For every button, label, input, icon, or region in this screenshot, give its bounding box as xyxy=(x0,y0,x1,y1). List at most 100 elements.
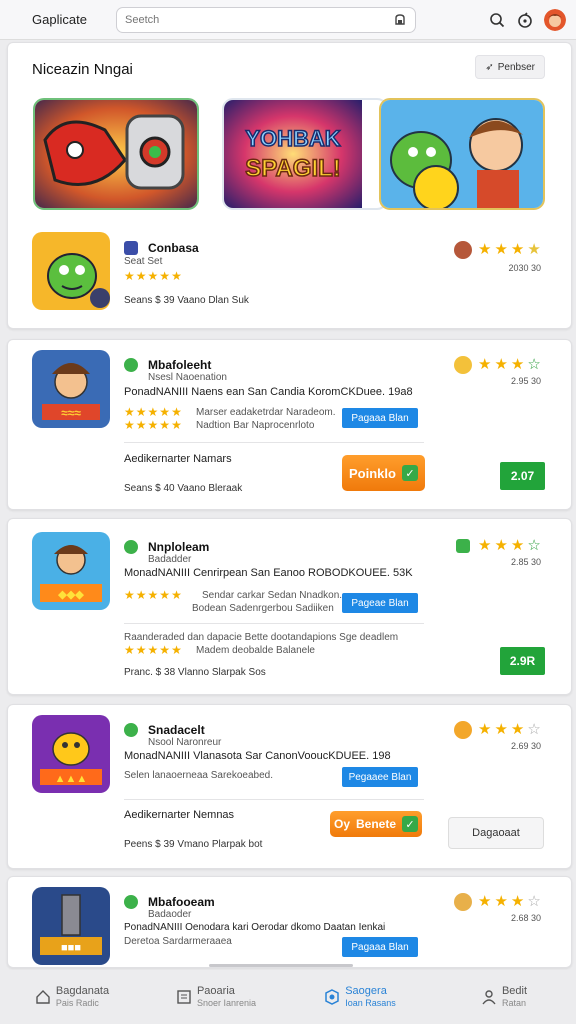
nav-sublabel: Ratan xyxy=(501,998,526,1008)
avatar[interactable] xyxy=(544,8,566,31)
search-icon[interactable] xyxy=(488,11,506,29)
emoji-icon xyxy=(454,356,472,374)
app-subtitle: Nsesl Naoenation xyxy=(148,372,227,383)
check-icon: ✓ xyxy=(401,465,418,481)
characters-banner-art xyxy=(381,100,543,208)
app-meta: Seans $ 39 Vaano Dlan Suk xyxy=(124,295,249,306)
app-detail: Nadtion Bar Naprocenrloto xyxy=(196,420,315,431)
home-icon xyxy=(36,990,50,1004)
install-prefix: Oy xyxy=(333,817,350,831)
app-subtitle: Badadder xyxy=(148,554,192,565)
app-subtitle: Seat Set xyxy=(124,256,163,267)
divider xyxy=(124,799,424,800)
section-subtitle: Aedikernarter Namars xyxy=(124,453,232,465)
app-title: Gaplicate xyxy=(32,12,87,27)
install-button[interactable]: Oy Benete ✓ xyxy=(330,811,422,837)
price-button[interactable]: 2.9R xyxy=(500,647,545,675)
app-subtitle: Badaoder xyxy=(148,909,192,920)
title-banner-art: YOHBAK SPAGIL! xyxy=(224,100,362,208)
details-button[interactable]: Pagaaa Blan xyxy=(342,408,418,428)
nav-item-profile[interactable]: Bedit Ratan xyxy=(432,970,576,1024)
svg-text:◆◆◆: ◆◆◆ xyxy=(57,589,84,601)
library-icon xyxy=(177,990,191,1004)
app-icon[interactable]: ▲▲▲ xyxy=(32,715,110,793)
nav-item-home[interactable]: Bagdanata Pais Radic xyxy=(0,970,144,1024)
price-button[interactable]: 2.07 xyxy=(500,462,545,490)
chat-icon xyxy=(124,540,138,554)
app-icon[interactable]: ◆◆◆ xyxy=(32,532,110,610)
app-detail: Marser eadaketrdar Naradeom. xyxy=(196,407,336,418)
reviewer-avatar-icon xyxy=(454,893,472,911)
app-name[interactable]: Mbafoleeht xyxy=(148,358,211,372)
details-button[interactable]: Pageae Blan xyxy=(342,593,418,613)
secondary-button[interactable]: Dagaoaat xyxy=(448,817,544,849)
app-description: PonadNANIII Naens ean San Candia KoromCK… xyxy=(124,386,413,398)
rating-stars: ★ ★ ★ ☆ xyxy=(478,356,541,373)
notification-icon[interactable] xyxy=(516,11,534,29)
app-card: ■■■ Mbafooeam Badaoder PonadNANIII Oenod… xyxy=(7,876,572,968)
featured-banner[interactable] xyxy=(379,98,545,210)
chat-icon xyxy=(124,723,138,737)
category-icon xyxy=(456,539,470,553)
profile-icon xyxy=(482,990,496,1005)
app-name[interactable]: Nnploleam xyxy=(148,540,209,554)
nav-item-library[interactable]: Paoaria Snoer Ianrenia xyxy=(144,970,288,1024)
nav-sublabel: Snoer Ianrenia xyxy=(196,998,257,1008)
featured-action-label: Penbser xyxy=(497,61,535,73)
app-detail: Sendar carkar Sedan Nnadkon. xyxy=(202,590,343,601)
app-name[interactable]: Mbafooeam xyxy=(148,895,215,909)
nav-label: Bedit xyxy=(501,985,528,997)
search-input[interactable] xyxy=(125,13,393,26)
nav-label: Paoaria xyxy=(196,985,235,997)
app-name[interactable]: Conbasa xyxy=(148,241,199,255)
details-button[interactable]: Pagaaa Blan xyxy=(342,937,418,957)
svg-text:≈≈≈: ≈≈≈ xyxy=(61,406,81,420)
install-label: Poinklo xyxy=(349,465,396,481)
divider xyxy=(124,623,424,624)
bottom-navigation: Bagdanata Pais Radic Paoaria Snoer Ianre… xyxy=(0,970,576,1024)
rating-count: 2.68 30 xyxy=(510,913,541,923)
app-card: ≈≈≈ Mbafoleeht Nsesl Naoenation PonadNAN… xyxy=(7,339,572,510)
app-subtitle: Nsool Naronreur xyxy=(148,737,222,748)
star-rating: ★ ★ ★ ★ ★ xyxy=(124,588,182,602)
app-description: MonadNANIII Vlanasota Sar CanonVooucKDUE… xyxy=(124,750,391,762)
app-icon[interactable] xyxy=(32,232,110,310)
nav-item-store[interactable]: Saogera Ioan Rasans xyxy=(288,970,432,1024)
search-box[interactable] xyxy=(116,6,416,33)
scroll-indicator[interactable] xyxy=(209,964,353,967)
chat-icon xyxy=(124,895,138,909)
featured-action-button[interactable]: ➶ Penbser xyxy=(475,55,545,79)
app-meta: Peens $ 39 Vmano Plarpak bot xyxy=(124,839,263,850)
app-card: ▲▲▲ Snadacelt Nsool Naronreur MonadNANII… xyxy=(7,704,572,869)
arrow-icon: ➶ xyxy=(485,61,494,73)
star-rating: ★ ★ ★ ★ ★ xyxy=(124,269,182,283)
app-meta: Seans $ 40 Vaano Bleraak xyxy=(124,483,243,494)
details-button[interactable]: Pegaaee Blan xyxy=(342,767,418,787)
nav-sublabel: Ioan Rasans xyxy=(345,998,396,1008)
star-rating: ★ ★ ★ ★ ★ xyxy=(124,643,182,657)
star-rating: ★ ★ ★ ★ ★ xyxy=(124,418,182,432)
rating-count: 2.95 30 xyxy=(510,376,541,386)
top-bar: Gaplicate xyxy=(0,0,576,40)
app-card: ◆◆◆ Nnploleam Badadder MonadNANIII Cenri… xyxy=(7,518,572,695)
section-title: Niceazin Nngai xyxy=(32,61,133,78)
app-name[interactable]: Snadacelt xyxy=(148,723,205,737)
rating-stars: ★ ★ ★ ☆ xyxy=(478,721,541,738)
banner-title-line1: YOHBAK xyxy=(245,126,340,151)
app-description: PonadNANIII Oenodara kari Oerodar dkomo … xyxy=(124,922,386,933)
section-subtitle: Aedikernarter Nemnas xyxy=(124,809,235,821)
app-icon[interactable]: ≈≈≈ xyxy=(32,350,110,428)
app-detail: Madem deobalde Balanele xyxy=(196,645,315,656)
emoji-icon xyxy=(454,721,472,739)
install-button[interactable]: Poinklo ✓ xyxy=(342,455,425,491)
app-detail: Selen lanaoerneaa Sarekoeabed. xyxy=(124,770,274,781)
divider xyxy=(124,442,424,443)
featured-banner[interactable] xyxy=(33,98,199,210)
featured-banner[interactable]: YOHBAK SPAGIL! xyxy=(222,98,388,210)
app-detail: Bodean Sadenrgerbou Sadiiken xyxy=(192,603,334,614)
svg-text:■■■: ■■■ xyxy=(61,942,81,954)
install-label: Benete xyxy=(356,817,397,831)
mic-icon[interactable] xyxy=(393,13,407,27)
app-icon[interactable]: ■■■ xyxy=(32,887,110,965)
nav-label: Saogera xyxy=(345,985,387,997)
